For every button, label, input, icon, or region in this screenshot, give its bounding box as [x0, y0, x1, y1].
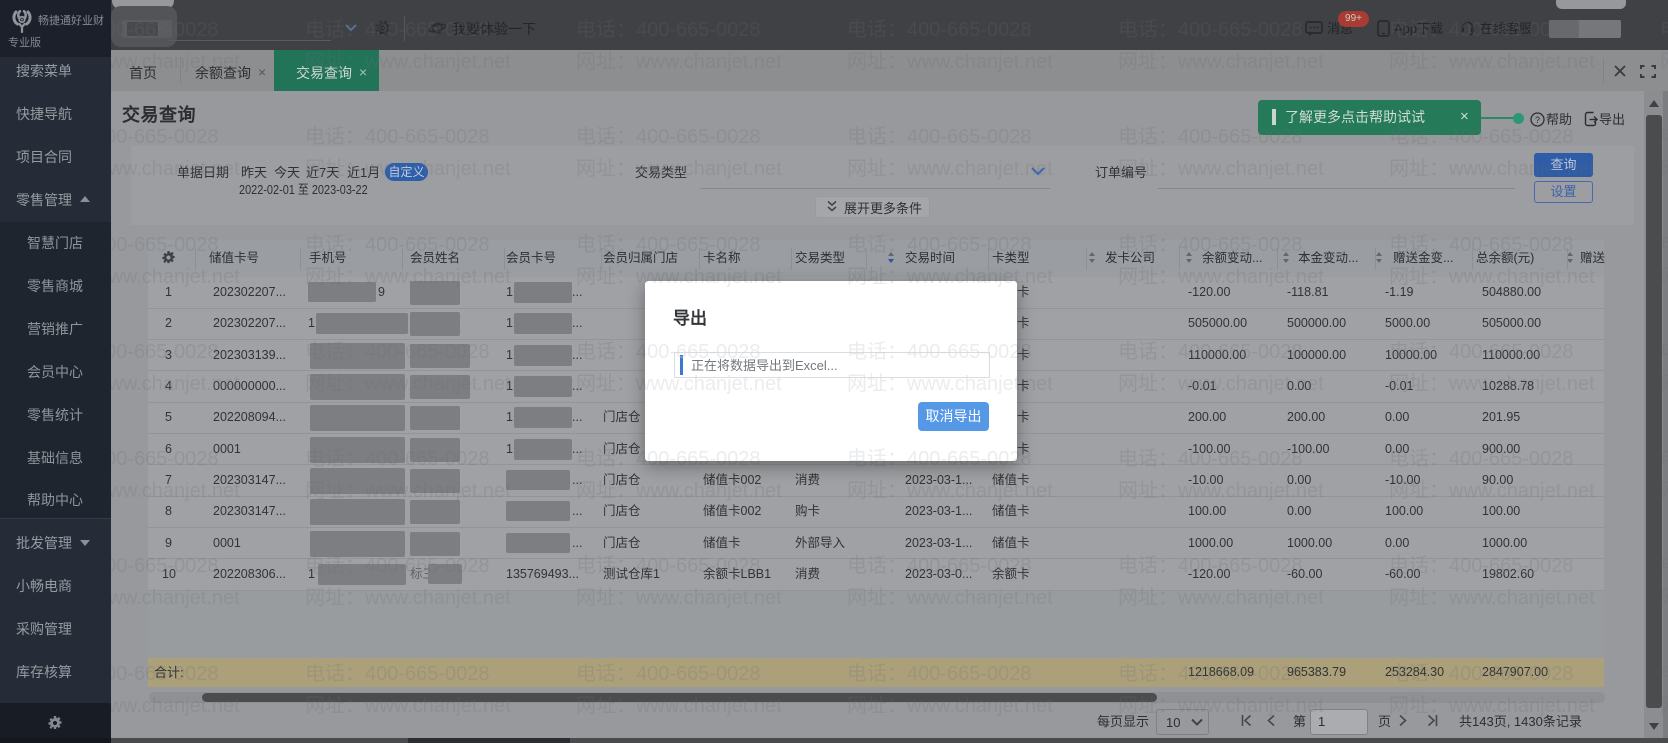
svg-text:?: ? [1535, 115, 1540, 125]
